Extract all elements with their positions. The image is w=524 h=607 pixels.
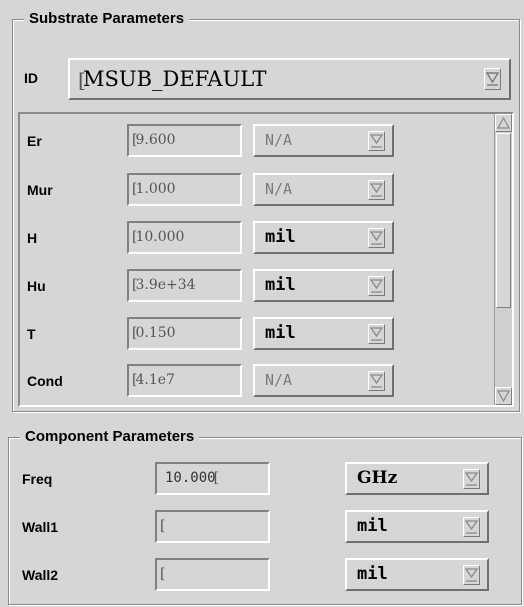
unit-dropdown-wall1[interactable]: mil [345,510,489,543]
param-label-er: Er [27,133,42,149]
unit-value-h: mil [265,227,296,247]
unit-dropdown-mur[interactable]: N/A [253,173,394,206]
param-input-mur[interactable]: [1.000 [127,173,242,206]
dropdown-arrow-icon[interactable] [463,565,480,585]
param-label-freq: Freq [22,471,53,487]
caret-marker: [ [160,518,166,534]
substrate-id-dropdown[interactable]: [ MSUB_DEFAULT [68,58,511,100]
unit-dropdown-t[interactable]: mil [253,317,394,350]
substrate-id-value: MSUB_DEFAULT [83,67,267,91]
unit-dropdown-hu[interactable]: mil [253,269,394,302]
dropdown-arrow-icon[interactable] [463,517,480,537]
param-input-t[interactable]: [0.150 [127,317,242,350]
param-label-wall2: Wall2 [22,567,59,583]
caret-marker: [ [160,566,166,582]
unit-value-mur: N/A [265,180,293,198]
unit-value-hu: mil [265,275,296,295]
dropdown-arrow-icon[interactable] [368,228,385,248]
param-value-er: 9.600 [135,132,176,148]
param-input-cond[interactable]: [4.1e7 [127,364,242,397]
unit-dropdown-er[interactable]: N/A [253,124,394,157]
param-input-wall1[interactable]: [ [155,510,270,543]
scroll-up-arrow-icon[interactable] [495,114,512,132]
unit-value-t: mil [265,323,296,343]
unit-value-wall1: mil [357,516,388,536]
scroll-down-arrow-icon[interactable] [495,387,512,405]
param-value-hu: 3.9e+34 [135,277,196,293]
param-label-t: T [27,326,36,342]
param-input-wall2[interactable]: [ [155,558,270,591]
unit-dropdown-cond[interactable]: N/A [253,364,394,397]
dropdown-arrow-icon[interactable] [368,131,385,151]
param-value-freq: 10.000 [165,470,216,486]
param-input-er[interactable]: [9.600 [127,124,242,157]
param-value-cond: 4.1e7 [135,372,175,388]
param-value-h: 10.000 [135,229,185,245]
dropdown-arrow-icon[interactable] [484,68,501,90]
dropdown-arrow-icon[interactable] [368,180,385,200]
param-input-hu[interactable]: [3.9e+34 [127,269,242,302]
param-value-t: 0.150 [135,325,176,341]
dropdown-arrow-icon[interactable] [368,276,385,296]
param-label-h: H [27,230,38,246]
dropdown-arrow-icon[interactable] [368,371,385,391]
dropdown-arrow-icon[interactable] [368,324,385,344]
param-label-hu: Hu [27,278,46,294]
unit-dropdown-h[interactable]: mil [253,221,394,254]
component-parameters-title: Component Parameters [20,428,200,446]
unit-value-wall2: mil [357,564,388,584]
caret-marker: [ [213,470,220,486]
param-input-h[interactable]: [10.000 [127,221,242,254]
unit-value-freq: GHz [357,468,398,488]
substrate-parameters-title: Substrate Parameters [24,10,190,28]
dropdown-arrow-icon[interactable] [463,469,480,489]
scrollbar-thumb[interactable] [496,133,511,308]
param-label-mur: Mur [27,182,53,198]
param-input-freq[interactable]: 10.000[ [155,462,270,495]
param-value-mur: 1.000 [135,181,176,197]
param-label-wall1: Wall1 [22,519,59,535]
unit-value-cond: N/A [265,371,293,389]
unit-dropdown-wall2[interactable]: mil [345,558,489,591]
unit-dropdown-freq[interactable]: GHz [345,462,489,495]
param-label-cond: Cond [27,373,63,389]
id-label: ID [24,70,38,86]
unit-value-er: N/A [265,131,293,149]
